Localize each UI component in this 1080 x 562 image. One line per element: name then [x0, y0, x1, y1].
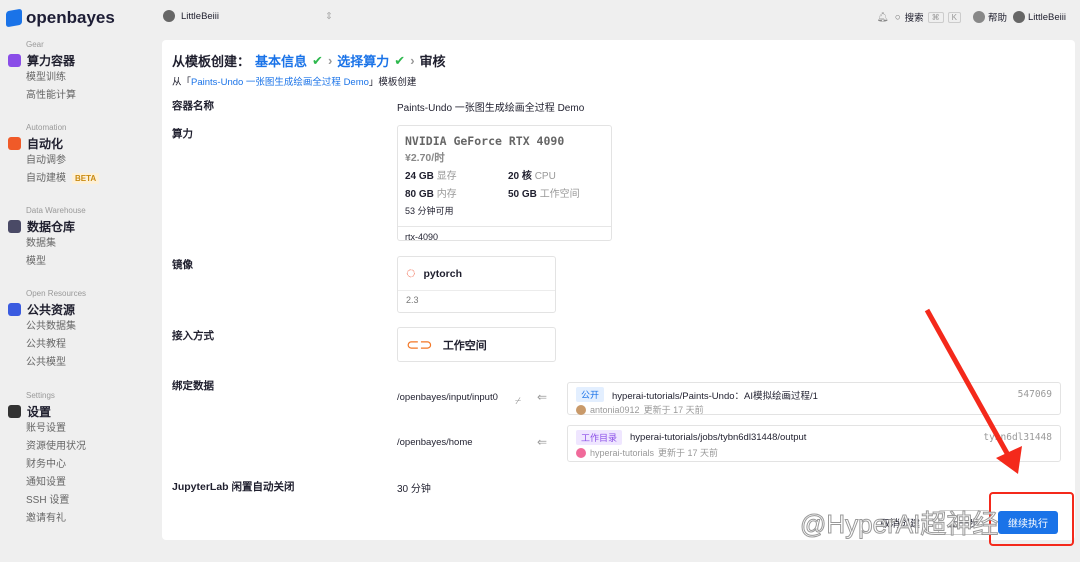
highlight-box: [989, 492, 1074, 546]
watermark: @HyperAI超神经: [799, 509, 999, 540]
annotation-overlay: [924, 308, 1074, 546]
red-arrow-head: [996, 446, 1022, 474]
red-arrow: [924, 308, 1011, 457]
